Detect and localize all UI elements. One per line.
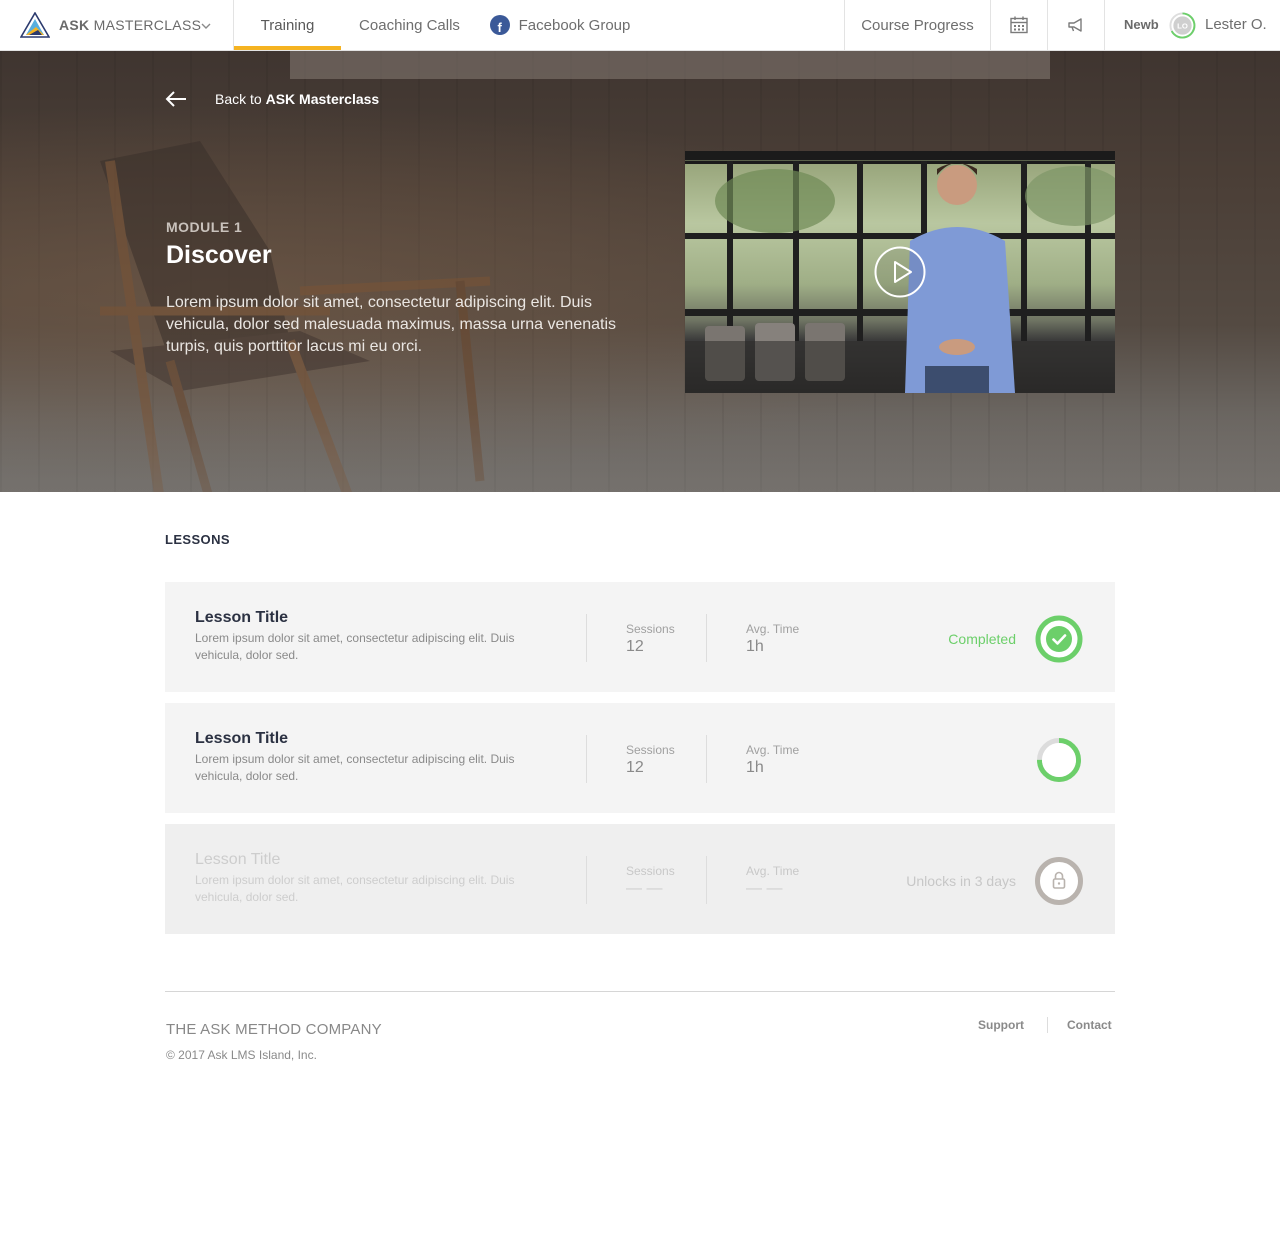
lesson-description: Lorem ipsum dolor sit amet, consectetur … (195, 631, 515, 662)
arrow-left-icon (165, 91, 186, 107)
lesson-card-locked: Lesson Title Lorem ipsum dolor sit amet,… (165, 824, 1115, 934)
module-title: Discover (166, 241, 272, 269)
check-circle-icon (1035, 615, 1083, 663)
progress-ring-icon (1037, 738, 1081, 782)
divider (586, 735, 587, 783)
sessions-label: Sessions (626, 864, 675, 878)
module-video[interactable] (685, 151, 1115, 393)
lessons-heading: LESSONS (165, 532, 230, 547)
sessions-label: Sessions (626, 743, 675, 757)
avg-time-label: Avg. Time (746, 622, 800, 636)
ask-logo-icon (20, 12, 50, 38)
footer-contact-link[interactable]: Contact (1067, 1018, 1112, 1032)
sessions-value: 12 (626, 638, 644, 655)
lesson-title: Lesson Title (195, 609, 289, 626)
nav-tab-coaching-calls[interactable]: Coaching Calls (341, 0, 478, 50)
avg-time-value: — — (746, 880, 783, 897)
background-whiteboard (290, 51, 1050, 79)
footer-company-name: THE ASK METHOD COMPANY (166, 1021, 382, 1038)
user-name[interactable]: Lester O. (1205, 16, 1267, 33)
floor-shade (0, 411, 1280, 492)
sessions-value: 12 (626, 759, 644, 776)
divider (706, 735, 707, 783)
divider (586, 614, 587, 662)
top-nav: ASK MASTERCLASS Training Coaching Calls … (0, 0, 1280, 51)
sessions-value: — — (626, 880, 663, 897)
megaphone-icon (1068, 18, 1082, 32)
avg-time-value: 1h (746, 638, 764, 655)
calendar-icon (1010, 16, 1028, 34)
module-description: Lorem ipsum dolor sit amet, consectetur … (166, 294, 617, 355)
play-icon[interactable] (874, 246, 926, 298)
back-link-text: Back to ASK Masterclass (215, 91, 380, 107)
calendar-button[interactable] (991, 0, 1048, 50)
lesson-description: Lorem ipsum dolor sit amet, consectetur … (195, 873, 515, 904)
divider (706, 614, 707, 662)
footer-support-link[interactable]: Support (978, 1018, 1024, 1032)
module-hero: Back to ASK Masterclass MODULE 1 Discove… (0, 51, 1280, 492)
sessions-label: Sessions (626, 622, 675, 636)
lesson-title: Lesson Title (195, 730, 289, 747)
lock-icon (1035, 857, 1083, 905)
avg-time-label: Avg. Time (746, 743, 800, 757)
footer-separator (1047, 1017, 1048, 1033)
facebook-icon: f (489, 15, 510, 35)
lesson-title: Lesson Title (195, 851, 281, 868)
footer-divider (165, 991, 1115, 992)
lesson-status: Unlocks in 3 days (906, 873, 1016, 889)
nav-course-progress[interactable]: Course Progress (844, 0, 991, 50)
back-to-course-link[interactable]: Back to ASK Masterclass (165, 91, 379, 107)
footer-copyright: © 2017 Ask LMS Island, Inc. (166, 1048, 317, 1062)
announcements-button[interactable] (1048, 0, 1105, 50)
avatar-initials: LO (1177, 21, 1188, 30)
avg-time-label: Avg. Time (746, 864, 800, 878)
lesson-description: Lorem ipsum dolor sit amet, consectetur … (195, 752, 515, 783)
chevron-down-icon[interactable] (199, 19, 213, 33)
module-label: MODULE 1 (166, 219, 243, 235)
divider (586, 856, 587, 904)
lesson-status: Completed (948, 631, 1016, 647)
lesson-card[interactable]: Lesson Title Lorem ipsum dolor sit amet,… (165, 703, 1115, 813)
lesson-card[interactable]: Lesson Title Lorem ipsum dolor sit amet,… (165, 582, 1115, 692)
avatar[interactable]: LO (1169, 12, 1196, 39)
user-rank: Newb (1124, 17, 1159, 32)
nav-tab-training[interactable]: Training (234, 0, 341, 50)
nav-tab-facebook-group[interactable]: f Facebook Group (480, 0, 640, 50)
brand-switcher[interactable]: ASK MASTERCLASS (0, 0, 234, 50)
avg-time-value: 1h (746, 759, 764, 776)
brand-name: ASK MASTERCLASS (59, 17, 202, 33)
divider (706, 856, 707, 904)
